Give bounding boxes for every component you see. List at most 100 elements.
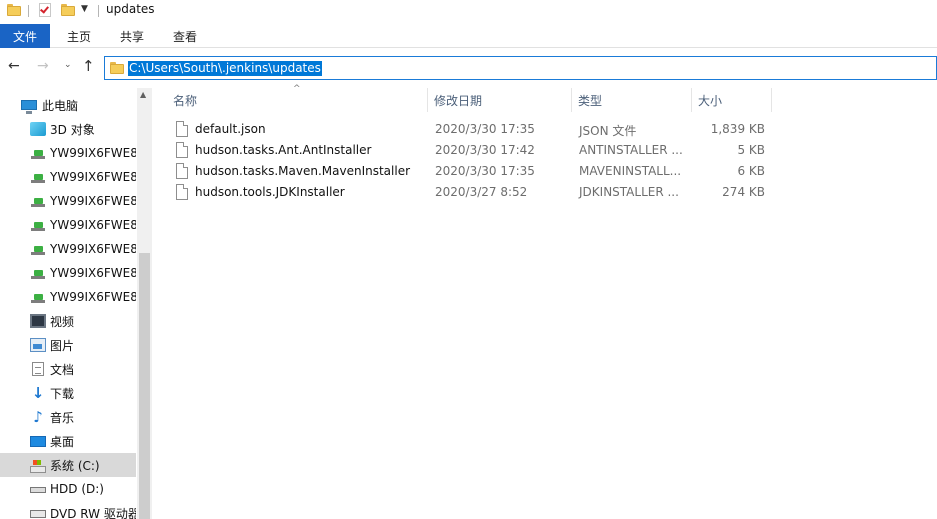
sidebar-item-label: YW99IX6FWE8: [50, 218, 136, 232]
file-name: hudson.tasks.Maven.MavenInstaller: [195, 164, 411, 178]
table-row[interactable]: hudson.tasks.Ant.AntInstaller 2020/3/30 …: [173, 140, 793, 161]
sidebar-item-network-drive[interactable]: YW99IX6FWE8: [0, 237, 136, 261]
column-header-type[interactable]: 类型: [578, 88, 602, 112]
sidebar-item-label: 视频: [50, 314, 75, 329]
sidebar-item-label: 音乐: [50, 410, 75, 425]
address-input[interactable]: C:\Users\South\.jenkins\updates: [128, 61, 322, 76]
sidebar-item-label: 下载: [50, 386, 75, 401]
file-type: MAVENINSTALL...: [579, 164, 682, 178]
computer-icon: [21, 100, 37, 114]
navigation-pane: 此电脑 3D 对象 YW99IX6FWE8 YW99IX6FWE8 YW99IX…: [0, 88, 152, 519]
column-divider[interactable]: [571, 88, 572, 112]
scroll-up-arrow-icon[interactable]: ▲: [140, 90, 146, 99]
tab-home[interactable]: 主页: [67, 24, 91, 48]
sidebar-item-label: DVD RW 驱动器: [50, 506, 136, 519]
file-icon: [176, 163, 188, 179]
sidebar-item-label: YW99IX6FWE8: [50, 146, 136, 160]
pictures-icon: [30, 338, 46, 352]
network-drive-icon: [30, 290, 46, 304]
separator: [28, 5, 29, 17]
sidebar-item-network-drive[interactable]: YW99IX6FWE8: [0, 189, 136, 213]
file-name: hudson.tools.JDKInstaller: [195, 185, 345, 199]
file-date: 2020/3/30 17:42: [435, 143, 535, 157]
column-header-size[interactable]: 大小: [698, 88, 722, 112]
file-size: 5 KB: [737, 143, 765, 157]
file-size: 274 KB: [722, 185, 765, 199]
sidebar-item-label: 3D 对象: [50, 122, 95, 137]
music-icon: ♪: [33, 408, 43, 426]
new-folder-icon[interactable]: [61, 4, 75, 16]
network-drive-icon: [30, 146, 46, 160]
table-row[interactable]: default.json 2020/3/30 17:35 JSON 文件 1,8…: [173, 119, 793, 140]
file-size: 1,839 KB: [710, 122, 765, 136]
sort-ascending-icon: ^: [293, 84, 301, 94]
sidebar-item-network-drive[interactable]: YW99IX6FWE8: [0, 285, 136, 309]
videos-icon: [30, 314, 46, 328]
sidebar-item-label: YW99IX6FWE8: [50, 170, 136, 184]
forward-arrow-icon[interactable]: →: [37, 58, 49, 74]
address-row: ← → ⌄ ↑ C:\Users\South\.jenkins\updates: [0, 54, 937, 82]
folder-icon: [110, 62, 124, 74]
file-type: JDKINSTALLER ...: [579, 185, 679, 199]
tab-view[interactable]: 查看: [173, 24, 197, 48]
dvd-drive-icon: [30, 510, 46, 518]
sidebar-item-desktop[interactable]: 桌面: [0, 429, 136, 453]
sidebar-item-this-pc[interactable]: 此电脑: [0, 93, 136, 117]
up-arrow-icon[interactable]: ↑: [82, 57, 95, 75]
column-divider[interactable]: [427, 88, 428, 112]
file-size: 6 KB: [737, 164, 765, 178]
3d-objects-icon: [30, 122, 46, 136]
column-header-name[interactable]: 名称: [173, 88, 197, 112]
column-divider[interactable]: [691, 88, 692, 112]
sidebar-item-hdd-drive[interactable]: HDD (D:): [0, 477, 136, 501]
network-drive-icon: [30, 170, 46, 184]
customize-dropdown-icon[interactable]: ▼: [81, 4, 88, 14]
sidebar-item-3d-objects[interactable]: 3D 对象: [0, 117, 136, 141]
sidebar-item-network-drive[interactable]: YW99IX6FWE8: [0, 165, 136, 189]
file-date: 2020/3/30 17:35: [435, 122, 535, 136]
network-drive-icon: [30, 218, 46, 232]
address-bar[interactable]: C:\Users\South\.jenkins\updates: [104, 56, 937, 80]
sidebar-item-network-drive[interactable]: YW99IX6FWE8: [0, 141, 136, 165]
file-date: 2020/3/27 8:52: [435, 185, 528, 199]
sidebar-item-documents[interactable]: 文档: [0, 357, 136, 381]
network-drive-icon: [30, 266, 46, 280]
network-drive-icon: [30, 242, 46, 256]
file-date: 2020/3/30 17:35: [435, 164, 535, 178]
sidebar-item-label: 文档: [50, 362, 75, 377]
column-header-date[interactable]: 修改日期: [434, 88, 482, 112]
file-type: JSON 文件: [579, 124, 637, 138]
sidebar-item-network-drive[interactable]: YW99IX6FWE8: [0, 213, 136, 237]
separator: [98, 5, 99, 17]
sidebar-item-music[interactable]: ♪ 音乐: [0, 405, 136, 429]
file-name: hudson.tasks.Ant.AntInstaller: [195, 143, 372, 157]
window-title: updates: [106, 2, 155, 16]
tab-share[interactable]: 共享: [120, 24, 144, 48]
file-list: ^ 名称 修改日期 类型 大小 default.json 2020/3/30 1…: [153, 84, 937, 519]
file-icon: [176, 142, 188, 158]
table-row[interactable]: hudson.tools.JDKInstaller 2020/3/27 8:52…: [173, 182, 793, 203]
sidebar-item-system-drive[interactable]: 系统 (C:): [0, 453, 136, 477]
sidebar-item-label: HDD (D:): [50, 482, 104, 496]
sidebar-item-downloads[interactable]: ↓ 下载: [0, 381, 136, 405]
file-icon: [176, 121, 188, 137]
sidebar-item-network-drive[interactable]: YW99IX6FWE8: [0, 261, 136, 285]
sidebar-item-pictures[interactable]: 图片: [0, 333, 136, 357]
recent-locations-icon[interactable]: ⌄: [64, 60, 72, 70]
file-name: default.json: [195, 122, 266, 136]
sidebar-item-label: YW99IX6FWE8: [50, 266, 136, 280]
documents-icon: [32, 362, 44, 376]
properties-check-icon[interactable]: [39, 3, 51, 17]
back-arrow-icon[interactable]: ←: [8, 58, 20, 74]
column-divider[interactable]: [771, 88, 772, 112]
system-drive-icon: [30, 460, 46, 473]
sidebar-item-dvd-drive[interactable]: DVD RW 驱动器: [0, 501, 136, 519]
folder-icon[interactable]: [7, 4, 21, 16]
table-row[interactable]: hudson.tasks.Maven.MavenInstaller 2020/3…: [173, 161, 793, 182]
sidebar-item-label: YW99IX6FWE8: [50, 242, 136, 256]
tab-file[interactable]: 文件: [0, 24, 50, 48]
sidebar-item-label: 桌面: [50, 434, 75, 449]
sidebar-scrollbar-thumb[interactable]: [139, 253, 150, 519]
sidebar-item-videos[interactable]: 视频: [0, 309, 136, 333]
file-type: ANTINSTALLER ...: [579, 143, 683, 157]
